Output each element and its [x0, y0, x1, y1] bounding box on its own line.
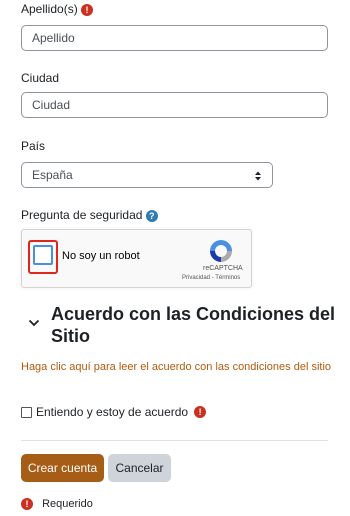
agreement-checkbox-row: Entiendo y estoy de acuerdo ! — [21, 405, 207, 419]
recaptcha-logo-icon — [210, 240, 232, 262]
security-label-row: Pregunta de seguridad ? — [21, 208, 158, 222]
recaptcha-widget: No soy un robot reCAPTCHA Privacidad - T… — [21, 229, 252, 288]
ciudad-input[interactable]: Ciudad — [21, 92, 328, 118]
recaptcha-terms-link[interactable]: Términos — [215, 275, 240, 281]
required-legend: ! Requerido — [21, 498, 93, 511]
apellido-value: Apellido — [32, 31, 75, 45]
pais-label: País — [21, 139, 46, 153]
ciudad-label: Ciudad — [21, 71, 60, 85]
apellido-label-row: Apellido(s) ! — [21, 2, 94, 16]
question-icon[interactable]: ? — [145, 209, 158, 222]
pais-select[interactable]: España — [21, 162, 273, 188]
ciudad-value: Ciudad — [32, 98, 71, 112]
agreement-heading[interactable]: Acuerdo con las Condiciones del Sitio — [51, 303, 341, 347]
create-account-button[interactable]: Crear cuenta — [21, 454, 104, 482]
recaptcha-privacy-link[interactable]: Privacidad — [182, 275, 210, 281]
select-updown-icon — [255, 171, 261, 181]
agreement-link[interactable]: Haga clic aquí para leer el acuerdo con … — [21, 359, 331, 376]
chevron-down-icon[interactable] — [28, 319, 40, 327]
divider — [21, 440, 328, 441]
agreement-checkbox-label: Entiendo y estoy de acuerdo — [36, 405, 189, 419]
recaptcha-checkbox[interactable] — [33, 245, 53, 265]
apellido-input[interactable]: Apellido — [21, 25, 328, 51]
required-icon: ! — [81, 3, 94, 16]
cancel-button[interactable]: Cancelar — [108, 454, 171, 482]
apellido-label: Apellido(s) — [21, 2, 78, 16]
agreement-checkbox[interactable] — [21, 406, 32, 418]
recaptcha-label: No soy un robot — [62, 250, 140, 262]
security-label: Pregunta de seguridad — [21, 208, 143, 222]
pais-selected: España — [32, 168, 73, 182]
required-legend-label: Requerido — [42, 498, 93, 510]
recaptcha-links: Privacidad - Términos — [182, 275, 240, 281]
required-icon: ! — [21, 498, 33, 511]
recaptcha-brand: reCAPTCHA — [203, 265, 243, 272]
required-icon: ! — [194, 406, 207, 418]
